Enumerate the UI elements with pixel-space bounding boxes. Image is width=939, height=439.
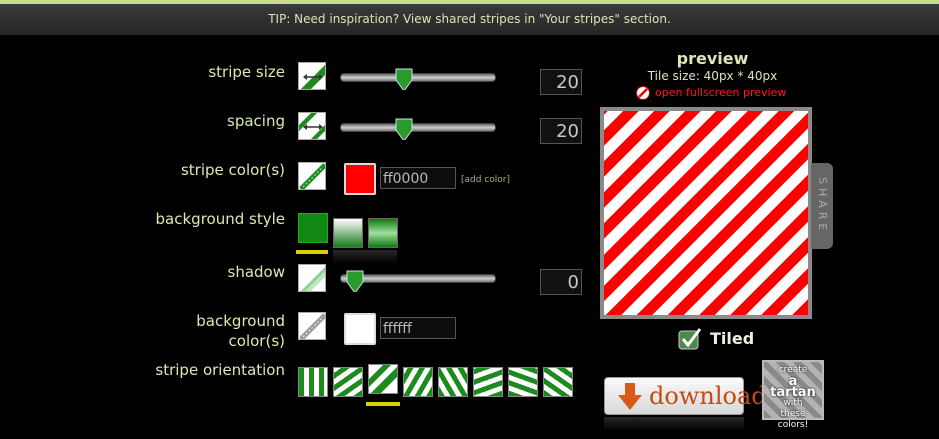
- stripe-size-slider-track[interactable]: [340, 73, 496, 82]
- orientation-alt-option[interactable]: [543, 367, 573, 397]
- create-tartan-button[interactable]: create a tartan with these colors!: [762, 360, 824, 430]
- preview-title: preview: [676, 49, 749, 68]
- bg-style-gradient-white-option[interactable]: [333, 218, 363, 248]
- tiled-toggle[interactable]: Tiled: [678, 327, 758, 351]
- background-color-label-line1: background: [196, 312, 285, 330]
- spacing-slider-handle[interactable]: [395, 118, 413, 140]
- stripe-color-label: stripe color(s): [180, 161, 285, 179]
- bg-style-gradient-green-option[interactable]: [368, 218, 398, 248]
- spacing-label: spacing: [227, 112, 285, 130]
- background-color-hex-input[interactable]: ffffff: [380, 317, 456, 339]
- tartan-line-2: a tartan: [770, 374, 816, 400]
- stripe-color-hex-input[interactable]: ff0000: [380, 167, 456, 189]
- shadow-value[interactable]: 0: [540, 269, 582, 295]
- shadow-slider-handle[interactable]: [346, 270, 364, 292]
- add-color-link[interactable]: [add color]: [461, 175, 510, 185]
- tip-banner: TIP: Need inspiration? View shared strip…: [0, 4, 939, 35]
- fullscreen-icon: [636, 86, 650, 100]
- fullscreen-link-text: open fullscreen preview: [655, 86, 787, 99]
- stripe-size-slider-handle[interactable]: [395, 68, 413, 90]
- orientation-shallow-left-option[interactable]: [508, 367, 538, 397]
- shadow-label: shadow: [227, 263, 285, 281]
- stripe-color-swatch[interactable]: [344, 163, 376, 195]
- background-color-icon: [298, 312, 326, 340]
- download-button[interactable]: download: [604, 377, 767, 415]
- orientation-steep-left-option[interactable]: [438, 367, 468, 397]
- tiled-checkbox-icon: [678, 328, 702, 350]
- orientation-diagonal-left-option[interactable]: [333, 367, 363, 397]
- download-arrow-icon: [618, 383, 642, 410]
- background-color-label-line2: color(s): [228, 332, 285, 350]
- stripe-size-label: stripe size: [208, 63, 285, 81]
- orientation-diagonal-right-option[interactable]: [368, 364, 398, 394]
- stripe-size-icon: [298, 62, 326, 90]
- tartan-line-4: these colors!: [777, 409, 809, 430]
- fullscreen-preview-link[interactable]: open fullscreen preview: [636, 85, 816, 101]
- download-reflection: [604, 417, 744, 431]
- tiled-label: Tiled: [710, 329, 755, 348]
- spacing-slider-track[interactable]: [340, 123, 496, 132]
- stripe-size-value[interactable]: 20: [540, 69, 582, 95]
- shadow-icon: [298, 264, 326, 292]
- stripe-color-icon: [298, 162, 326, 190]
- background-style-label: background style: [155, 210, 285, 228]
- orientation-shallow-right-option[interactable]: [473, 367, 503, 397]
- stripe-orientation-label: stripe orientation: [155, 361, 285, 379]
- orientation-steep-right-option[interactable]: [403, 367, 433, 397]
- spacing-icon: [298, 112, 326, 140]
- bg-style-selected-indicator: [296, 250, 328, 254]
- orientation-selected-indicator: [366, 402, 400, 406]
- share-tab[interactable]: SHARE: [811, 163, 833, 249]
- stripe-preview: [600, 107, 812, 319]
- bg-style-solid-option[interactable]: [298, 213, 328, 243]
- background-color-swatch[interactable]: [344, 313, 376, 345]
- tile-size-text: Tile size: 40px * 40px: [647, 69, 778, 83]
- bg-style-reflection: [333, 250, 397, 264]
- spacing-value[interactable]: 20: [540, 118, 582, 144]
- orientation-vertical-option[interactable]: [298, 367, 328, 397]
- download-label: download: [649, 382, 767, 410]
